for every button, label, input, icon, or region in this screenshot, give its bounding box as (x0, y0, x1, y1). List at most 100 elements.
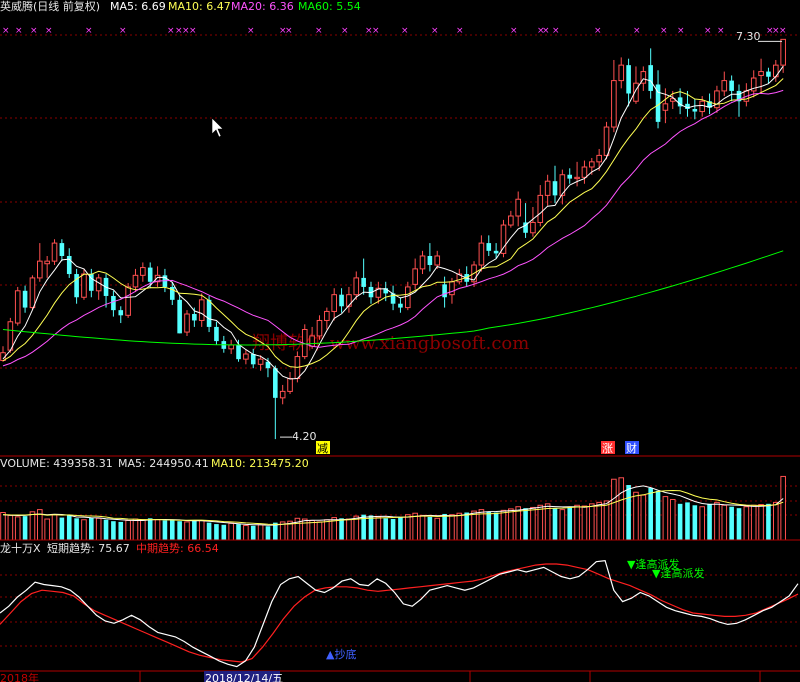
candle-body[interactable] (37, 260, 43, 279)
candle-body[interactable] (111, 295, 116, 311)
candle-body[interactable] (434, 255, 441, 266)
volume-bar[interactable] (66, 515, 72, 540)
volume-bar[interactable] (442, 513, 447, 540)
volume-pane[interactable] (0, 475, 786, 541)
volume-bar[interactable] (736, 508, 742, 540)
jian-marker[interactable]: 减 (316, 441, 330, 455)
candle-body[interactable] (243, 353, 249, 360)
candle-body[interactable] (530, 221, 536, 234)
candle-body[interactable] (478, 242, 485, 266)
volume-bar[interactable] (132, 518, 139, 541)
candle-body[interactable] (51, 242, 58, 262)
candle-body[interactable] (22, 290, 28, 308)
volume-bar[interactable] (125, 519, 131, 541)
cai-marker[interactable]: 财 (625, 441, 639, 455)
volume-bar[interactable] (486, 511, 492, 540)
volume-bar[interactable] (692, 505, 698, 540)
volume-bar[interactable] (567, 506, 573, 540)
candle-body[interactable] (493, 250, 499, 254)
volume-bar[interactable] (574, 504, 580, 541)
candle-body[interactable] (287, 377, 293, 392)
volume-bar[interactable] (103, 519, 109, 540)
candle-body[interactable] (14, 290, 21, 324)
volume-bar[interactable] (699, 506, 706, 541)
volume-bar[interactable] (228, 522, 234, 541)
volume-bar[interactable] (552, 508, 558, 540)
candle-body[interactable] (309, 335, 315, 347)
volume-bar[interactable] (265, 526, 271, 540)
volume-bar[interactable] (339, 518, 344, 540)
volume-bar[interactable] (22, 516, 28, 540)
volume-bar[interactable] (493, 512, 499, 540)
volume-bar[interactable] (346, 518, 352, 541)
candle-body[interactable] (574, 176, 580, 180)
candle-body[interactable] (361, 277, 366, 287)
volume-bar[interactable] (309, 519, 315, 541)
volume-bar[interactable] (603, 500, 610, 541)
stock-chart[interactable]: × × × × × × × × × × × ×× × × × × × × × × ×× × × × × × × × ×× × 翔博软件 w… (0, 0, 800, 682)
volume-bar[interactable] (316, 521, 323, 541)
volume-bar[interactable] (405, 514, 411, 541)
candle-body[interactable] (192, 314, 197, 321)
volume-bar[interactable] (729, 506, 734, 540)
volume-bar[interactable] (214, 524, 219, 540)
volume-bar[interactable] (236, 524, 241, 540)
volume-bar[interactable] (640, 494, 647, 541)
volume-bar[interactable] (707, 503, 712, 540)
candle-body[interactable] (177, 299, 182, 334)
candle-body[interactable] (95, 277, 102, 292)
volume-bar[interactable] (471, 510, 477, 541)
candle-body[interactable] (442, 284, 447, 298)
candle-body[interactable] (766, 71, 771, 77)
candle-body[interactable] (648, 65, 653, 91)
candle-body[interactable] (250, 353, 256, 365)
candle-body[interactable] (508, 215, 514, 226)
candle-body[interactable] (486, 243, 492, 251)
volume-bar[interactable] (685, 502, 690, 540)
candle-body[interactable] (552, 181, 558, 196)
volume-bar[interactable] (464, 512, 469, 540)
volume-bar[interactable] (544, 503, 551, 541)
candle-body[interactable] (603, 126, 610, 156)
candle-body[interactable] (398, 303, 403, 308)
volume-bar[interactable] (626, 485, 631, 540)
volume-bar[interactable] (596, 501, 602, 541)
candle-body[interactable] (324, 310, 330, 321)
candle-body[interactable] (611, 80, 617, 128)
volume-bar[interactable] (390, 519, 396, 540)
candle-body[interactable] (206, 299, 212, 327)
price-pane[interactable] (0, 38, 786, 440)
candle-body[interactable] (140, 267, 146, 276)
volume-bar[interactable] (118, 521, 124, 540)
volume-bar[interactable] (655, 490, 661, 540)
volume-bar[interactable] (154, 519, 161, 541)
candle-body[interactable] (339, 294, 344, 307)
volume-bar[interactable] (243, 525, 249, 541)
volume-bar[interactable] (589, 503, 595, 541)
volume-bar[interactable] (221, 524, 227, 540)
candle-body[interactable] (125, 286, 131, 316)
candle-body[interactable] (279, 390, 286, 399)
volume-bar[interactable] (301, 518, 308, 541)
candle-body[interactable] (59, 243, 65, 256)
volume-bar[interactable] (89, 517, 94, 540)
candle-body[interactable] (29, 277, 36, 309)
volume-bar[interactable] (508, 508, 514, 541)
candle-body[interactable] (618, 64, 625, 82)
volume-bar[interactable] (523, 508, 528, 540)
volume-bar[interactable] (677, 503, 683, 540)
candle-body[interactable] (316, 319, 323, 337)
candle-body[interactable] (626, 65, 631, 94)
candle-body[interactable] (515, 198, 522, 217)
candle-body[interactable] (581, 166, 588, 178)
volume-bar[interactable] (758, 504, 764, 541)
volume-bar[interactable] (95, 517, 102, 541)
candle-body[interactable] (273, 368, 278, 398)
volume-bar[interactable] (743, 506, 750, 541)
volume-bar[interactable] (766, 503, 771, 540)
candle-body[interactable] (729, 80, 734, 91)
candle-body[interactable] (257, 358, 264, 365)
candle-body[interactable] (567, 174, 573, 179)
candle-body[interactable] (132, 274, 139, 288)
candle-body[interactable] (537, 194, 544, 223)
